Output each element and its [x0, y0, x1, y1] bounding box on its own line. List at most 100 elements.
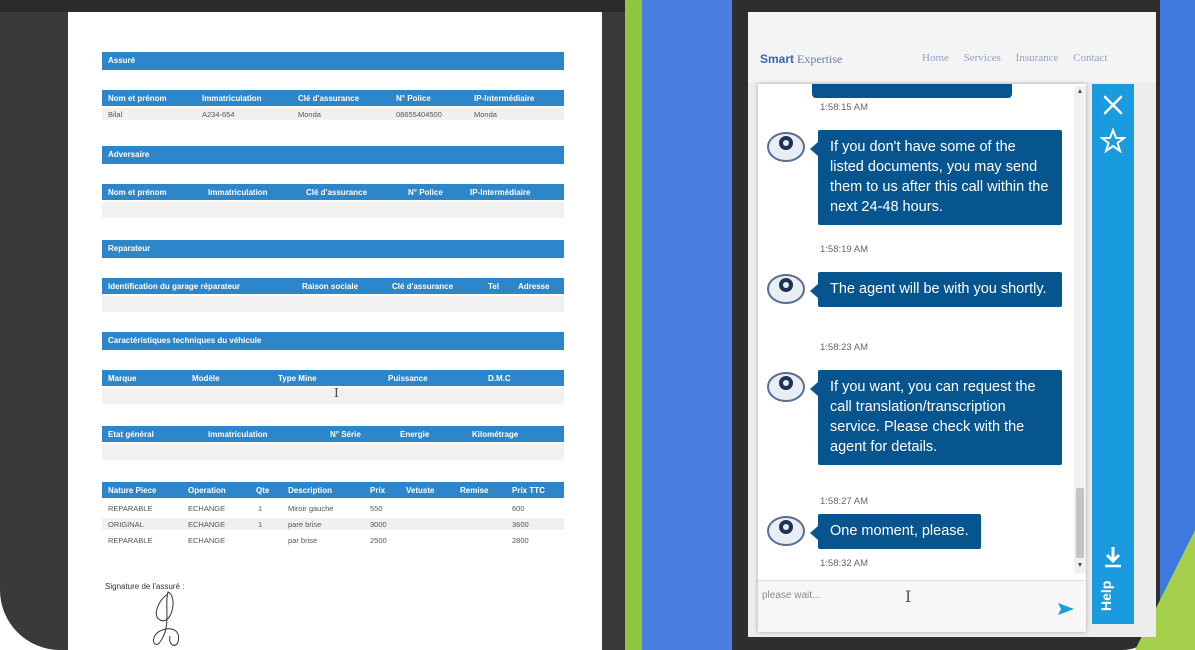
text-cursor-icon: I [334, 386, 339, 400]
pieces-row: REPARABLE ECHANGE 1 Miroir gauche 550 60… [102, 502, 564, 514]
cell: ECHANGE [188, 536, 226, 545]
message-timestamp: 1:58:19 AM [820, 244, 869, 255]
message-bubble: If you don't have some of the listed doc… [810, 130, 1062, 225]
pieces-header-row: Nature Piece Operation Qte Description P… [102, 482, 564, 498]
document-page: Assuré Nom et prénom Immatriculation Clé… [68, 12, 602, 650]
website: Smart Expertise Home Services Insurance … [748, 12, 1156, 637]
previous-message-bubble [812, 84, 1012, 98]
agent-avatar-icon [767, 372, 805, 402]
chat-scrollbar[interactable]: ▲ ▼ [1074, 86, 1086, 574]
col-header: Nom et prénom [108, 94, 167, 103]
nav-insurance-link[interactable]: Insurance [1016, 52, 1059, 64]
col-header: Identification du garage réparateur [108, 282, 241, 291]
cell: pare brise [288, 520, 322, 529]
help-button[interactable]: Help [1098, 578, 1128, 614]
col-header: Nature Piece [108, 486, 157, 495]
adversaire-empty-row [102, 202, 564, 218]
chat-input-area: I [758, 580, 1086, 632]
agent-avatar-icon [767, 132, 805, 162]
col-header: Immatriculation [208, 188, 268, 197]
cell: ECHANGE [188, 504, 226, 513]
brand-rest: Expertise [794, 52, 843, 66]
col-header: Modèle [192, 374, 220, 383]
col-header: D.M.C [488, 374, 511, 383]
reparateur-empty-row [102, 296, 564, 312]
cell: 1 [258, 520, 263, 529]
col-header: Nom et prénom [108, 188, 167, 197]
col-header: IP-Intermédiaire [470, 188, 531, 197]
scroll-up-arrow-icon[interactable]: ▲ [1074, 88, 1086, 98]
cell: 2500 [370, 536, 387, 545]
site-navbar: Smart Expertise Home Services Insurance … [748, 12, 1156, 82]
adversaire-header-row: Nom et prénom Immatriculation Clé d'assu… [102, 184, 564, 200]
section-title-vehicule: Caractéristiques techniques du véhicule [102, 332, 564, 350]
col-header: Tel [488, 282, 499, 291]
star-icon[interactable] [1100, 128, 1126, 154]
screen: Assuré Nom et prénom Immatriculation Clé… [0, 0, 1195, 650]
text-cursor-icon: I [905, 587, 912, 606]
message-bubble: If you want, you can request the call tr… [810, 370, 1062, 465]
vehicule-header-row: Marque Modèle Type Mine Puissance D.M.C [102, 370, 564, 386]
col-header: N° Police [396, 94, 431, 103]
cell: par brise [288, 536, 318, 545]
pieces-row: ORIGINAL ECHANGE 1 pare brise 3000 3600 [102, 518, 564, 530]
cell: 08655404500 [396, 110, 442, 119]
col-header: Clé d'assurance [306, 188, 368, 197]
col-header: Type Mine [278, 374, 317, 383]
col-header: Clé d'assurance [392, 282, 454, 291]
col-header: Remise [460, 486, 489, 495]
col-header: Vetuste [406, 486, 435, 495]
message-timestamp: 1:58:27 AM [820, 496, 869, 507]
download-icon[interactable] [1100, 544, 1126, 570]
section-title-adversaire: Adversaire [102, 146, 564, 164]
nav-services-link[interactable]: Services [964, 52, 1001, 64]
reparateur-header-row: Identification du garage réparateur Rais… [102, 278, 564, 294]
col-header: Adresse [518, 282, 550, 291]
nav-home-link[interactable]: Home [922, 52, 949, 64]
col-header: Prix [370, 486, 386, 495]
vehicule-empty-row [102, 388, 564, 404]
col-header: Immatriculation [208, 430, 268, 439]
cell: Monda [298, 110, 321, 119]
col-header: Puissance [388, 374, 428, 383]
cell: Monda [474, 110, 497, 119]
col-header: N° Série [330, 430, 361, 439]
nav-contact-link[interactable]: Contact [1073, 52, 1107, 64]
cell: REPARABLE [108, 536, 153, 545]
cell: ECHANGE [188, 520, 226, 529]
brand-bold: Smart [760, 52, 795, 66]
send-icon[interactable] [1056, 601, 1076, 617]
cell: 1 [258, 504, 263, 513]
agent-avatar-icon [767, 274, 805, 304]
agent-avatar-icon [767, 516, 805, 546]
message-bubble: The agent will be with you shortly. [810, 272, 1062, 307]
col-header: Etat général [108, 430, 154, 439]
cell: Miroir gauche [288, 504, 334, 513]
section-title-reparateur: Reparateur [102, 240, 564, 258]
etat-header-row: Etat général Immatriculation N° Série En… [102, 426, 564, 442]
assure-data-row: Bilal A234-654 Monda 08655404500 Monda [102, 108, 564, 120]
cell: 2800 [512, 536, 529, 545]
message-timestamp: 1:58:32 AM [820, 558, 869, 569]
col-header: Energie [400, 430, 430, 439]
pieces-row: REPARABLE ECHANGE par brise 2500 2800 [102, 534, 564, 546]
col-header: Raison sociale [302, 282, 359, 291]
cell: 3000 [370, 520, 387, 529]
brand-logo[interactable]: Smart Expertise [760, 52, 842, 67]
col-header: Kilométrage [472, 430, 519, 439]
cell: 3600 [512, 520, 529, 529]
assure-header-row: Nom et prénom Immatriculation Clé d'assu… [102, 90, 564, 106]
cell: A234-654 [202, 110, 235, 119]
col-header: Prix TTC [512, 486, 545, 495]
col-header: Clé d'assurance [298, 94, 360, 103]
close-icon[interactable] [1100, 92, 1126, 118]
col-header: Operation [188, 486, 226, 495]
section-title-assure: Assuré [102, 52, 564, 70]
scroll-down-arrow-icon[interactable]: ▼ [1074, 562, 1086, 572]
col-header: Marque [108, 374, 137, 383]
message-bubble: One moment, please. [810, 514, 981, 549]
cell: 600 [512, 504, 525, 513]
col-header: IP-Intermédiaire [474, 94, 535, 103]
scrollbar-thumb[interactable] [1076, 488, 1084, 558]
decor-green-strip [625, 0, 642, 650]
